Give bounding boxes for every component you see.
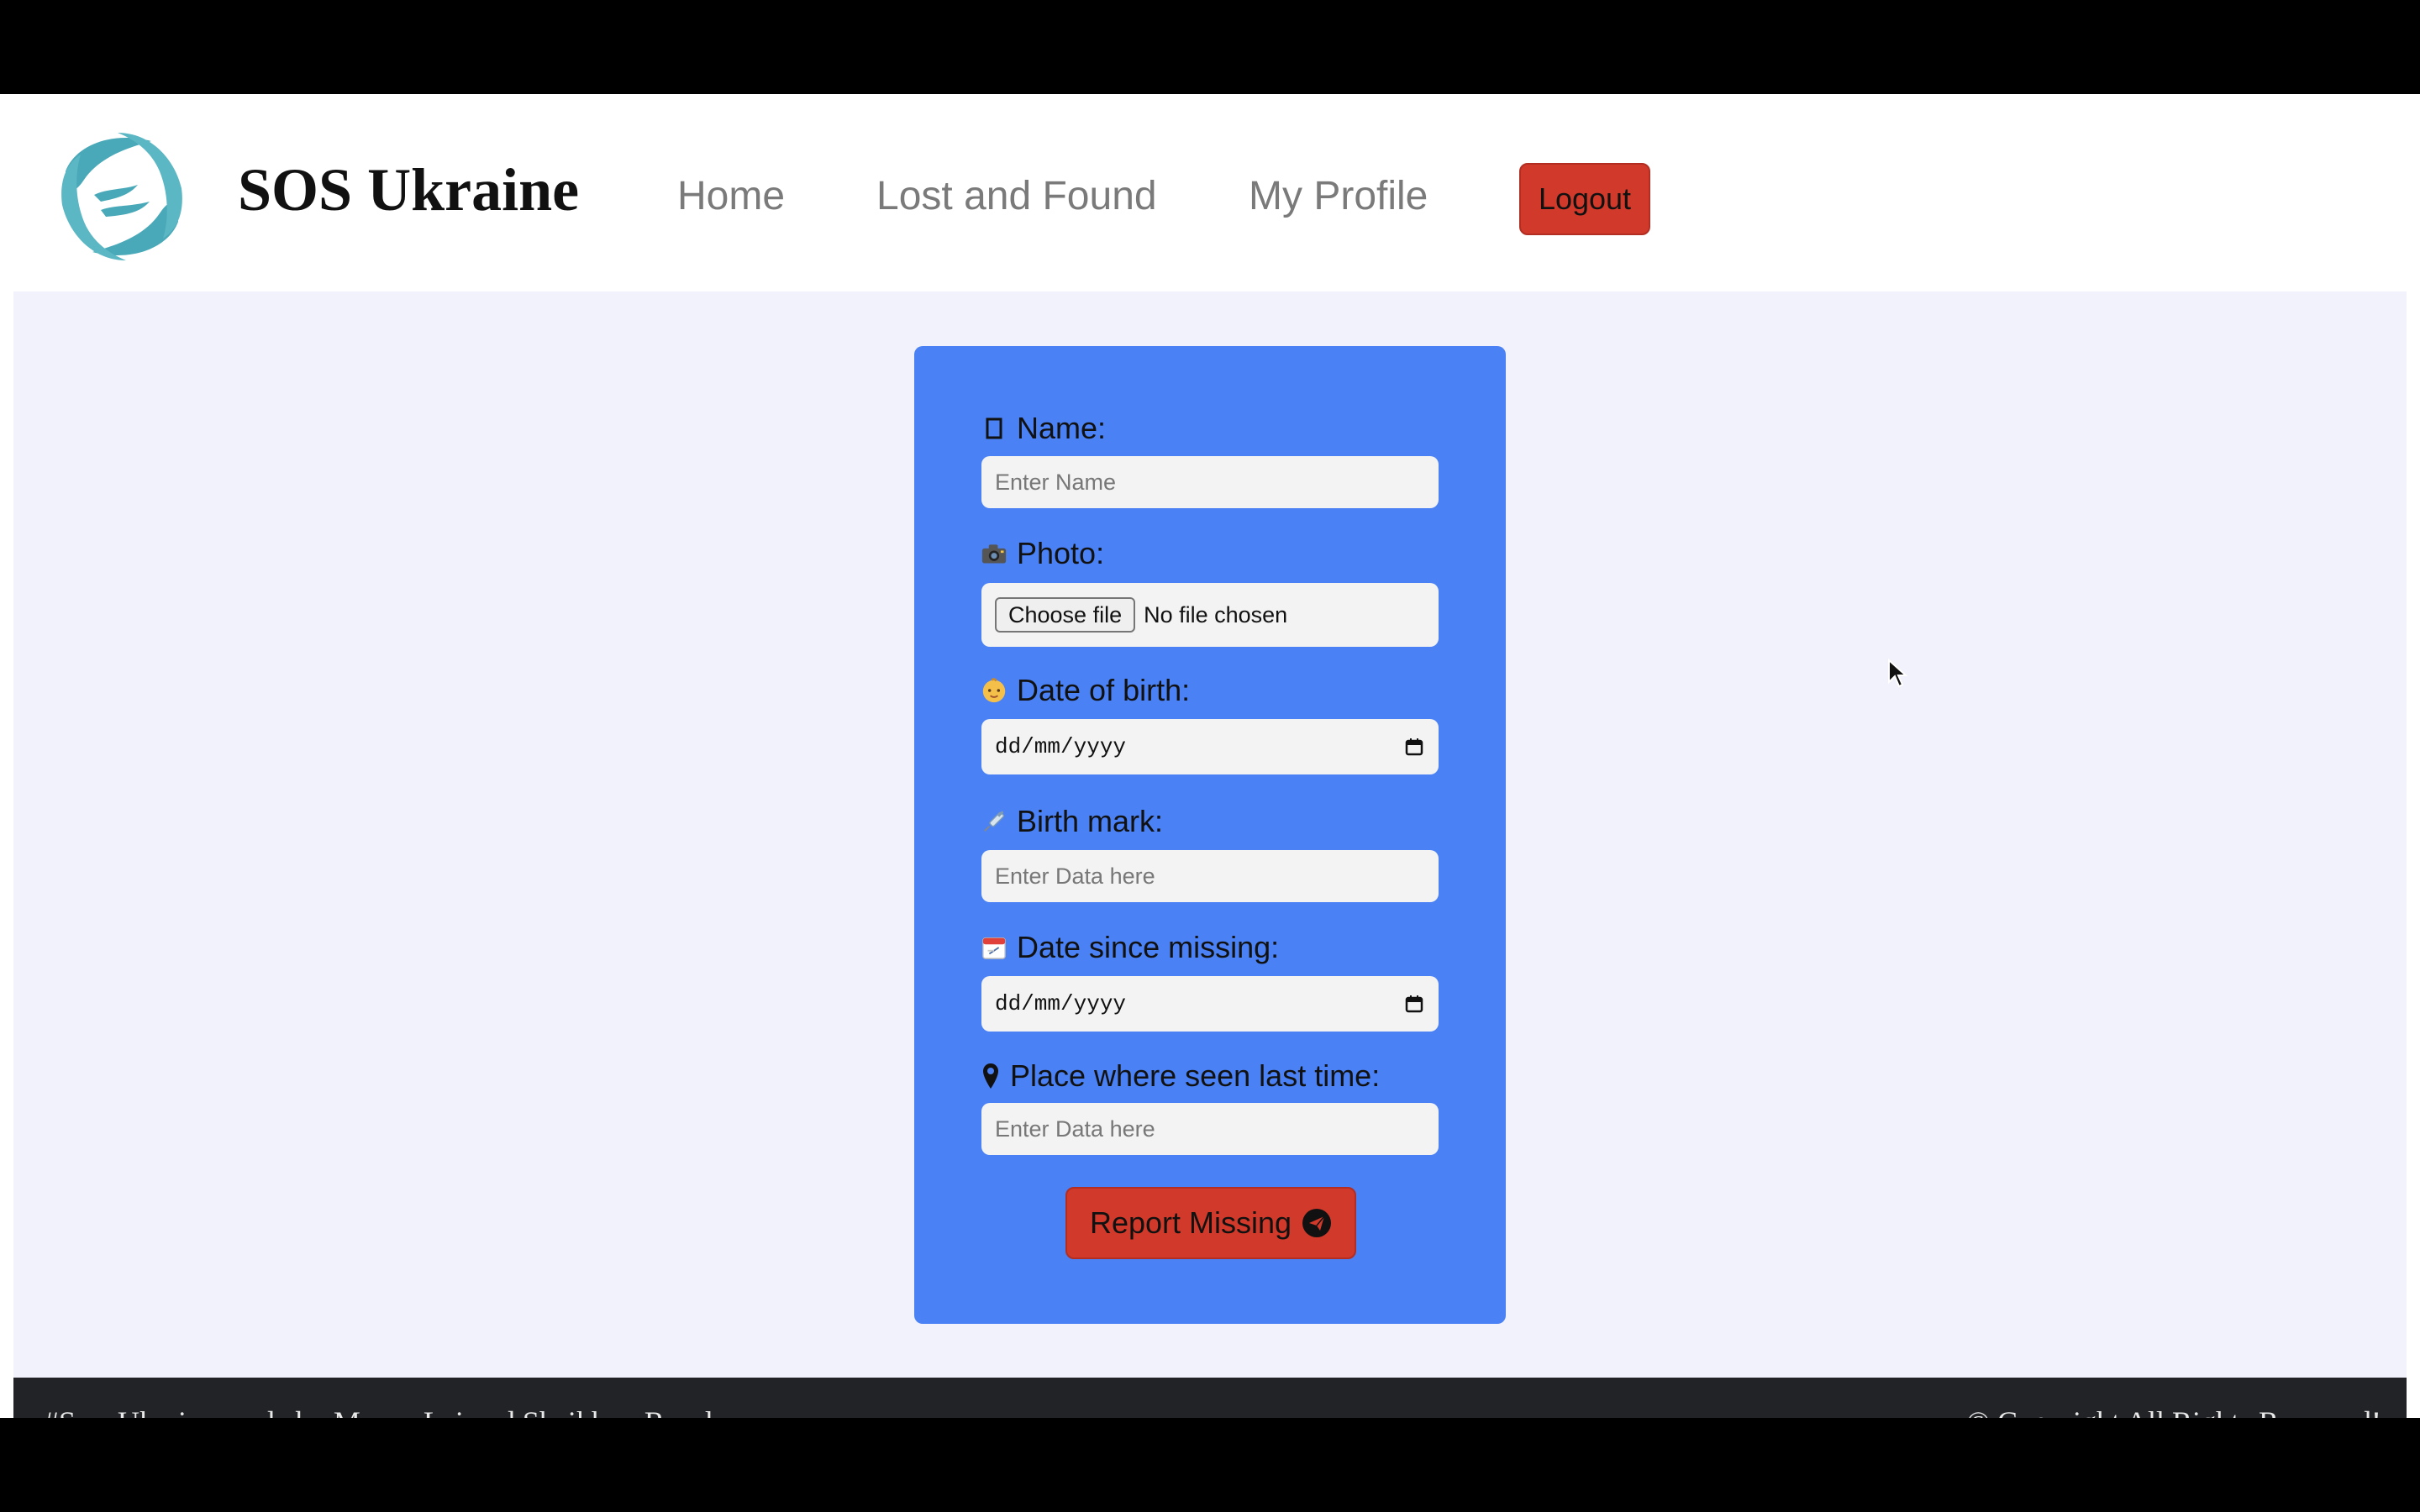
date-missing-label-text: Date since missing:	[1017, 930, 1280, 964]
telegram-send-icon	[1302, 1209, 1332, 1237]
photo-label: Photo:	[981, 538, 1104, 569]
place-input[interactable]: Enter Data here	[981, 1103, 1439, 1155]
place-label: Place where seen last time:	[981, 1061, 1380, 1091]
name-input[interactable]: Enter Name	[981, 456, 1439, 508]
footer: #SaveUkraine made by Myron Lyi and Sheik…	[13, 1378, 2407, 1418]
birth-mark-placeholder: Enter Data here	[995, 863, 1155, 889]
nav-my-profile-link[interactable]: My Profile	[1249, 176, 1428, 217]
name-label-text: Name:	[1017, 411, 1107, 445]
calendar-icon	[981, 933, 1007, 962]
camera-icon	[981, 539, 1007, 568]
syringe-icon	[981, 807, 1007, 836]
dob-date-input[interactable]: dd/mm/yyyy	[981, 719, 1439, 774]
file-status: No file chosen	[1144, 601, 1288, 627]
report-missing-form: Name: Enter Name Photo: Choose file No f…	[914, 346, 1506, 1324]
logout-button[interactable]: Logout	[1519, 163, 1650, 235]
date-missing-value: dd/mm/yyyy	[995, 991, 1127, 1016]
browser-viewport: SOS Ukraine Home Lost and Found My Profi…	[0, 94, 2420, 1418]
report-missing-button[interactable]: Report Missing	[1065, 1187, 1356, 1259]
dob-date-value: dd/mm/yyyy	[995, 734, 1127, 759]
main-content: Name: Enter Name Photo: Choose file No f…	[13, 291, 2407, 1378]
photo-label-text: Photo:	[1017, 536, 1105, 570]
mouse-cursor-icon	[1888, 659, 1907, 688]
footer-credits: #SaveUkraine made by Myron Lyi and Sheik…	[44, 1404, 713, 1418]
photo-file-input[interactable]: Choose file No file chosen	[981, 583, 1439, 647]
choose-file-button[interactable]: Choose file	[995, 597, 1136, 633]
date-missing-input[interactable]: dd/mm/yyyy	[981, 976, 1439, 1032]
calendar-picker-icon[interactable]	[1405, 738, 1423, 756]
birth-mark-input[interactable]: Enter Data here	[981, 850, 1439, 902]
dob-label-text: Date of birth:	[1017, 673, 1191, 707]
baby-face-icon	[981, 676, 1007, 705]
date-missing-label: Date since missing:	[981, 932, 1279, 963]
birth-mark-label: Birth mark:	[981, 806, 1163, 837]
hands-globe-logo[interactable]	[50, 129, 193, 264]
calendar-picker-icon[interactable]	[1405, 995, 1423, 1013]
footer-copyright: © Copyright All Rights Reserved!	[1967, 1404, 2381, 1418]
nav-lost-and-found-link[interactable]: Lost and Found	[876, 176, 1157, 217]
birth-mark-label-text: Birth mark:	[1017, 804, 1164, 838]
name-input-placeholder: Enter Name	[995, 469, 1117, 495]
navbar: SOS Ukraine Home Lost and Found My Profi…	[0, 94, 2420, 291]
nav-home-link[interactable]: Home	[677, 176, 785, 217]
user-icon	[981, 414, 1007, 443]
report-missing-label: Report Missing	[1089, 1205, 1292, 1240]
brand-title: SOS Ukraine	[238, 156, 580, 223]
map-marker-icon	[981, 1062, 1000, 1090]
name-label: Name:	[981, 413, 1106, 444]
place-placeholder: Enter Data here	[995, 1116, 1155, 1142]
dob-label: Date of birth:	[981, 675, 1190, 706]
place-label-text: Place where seen last time:	[1010, 1058, 1381, 1093]
